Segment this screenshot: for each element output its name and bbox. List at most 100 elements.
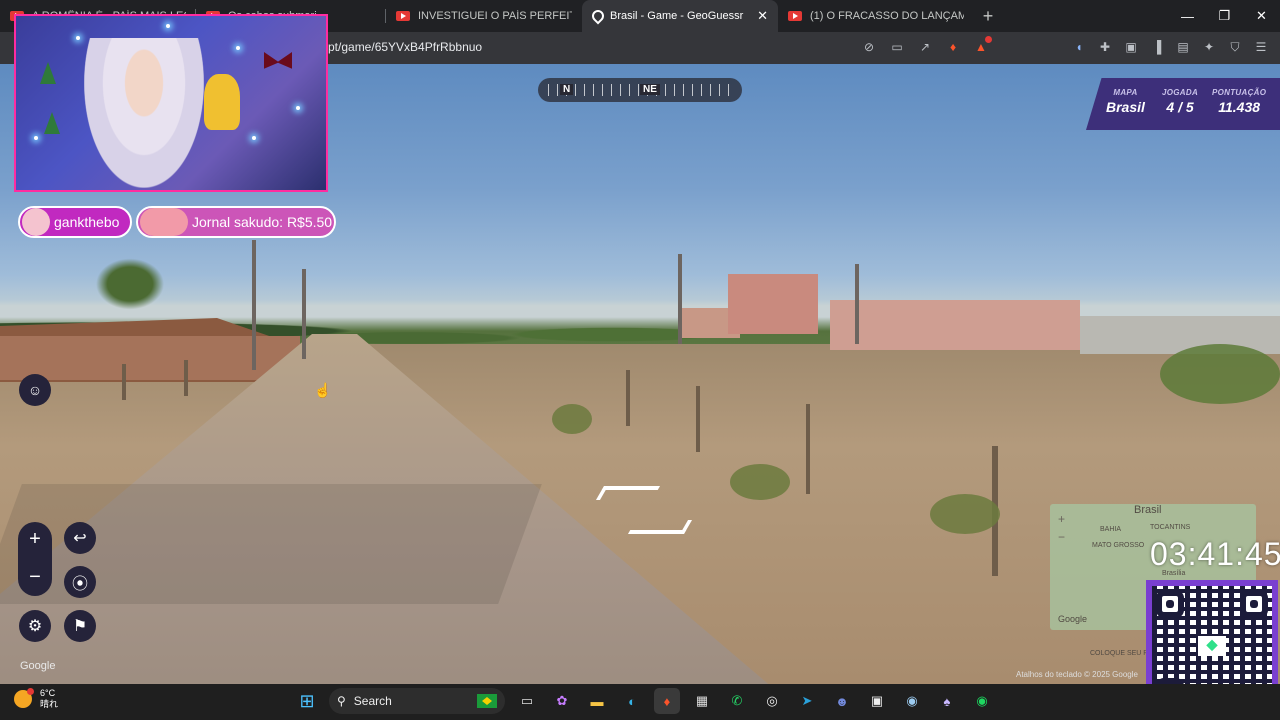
screen: A ROMÊNIA É - PAÍS MAIS LEGAL Os cabos s… [0,0,1280,720]
zoom-out-button[interactable]: − [18,560,52,594]
map-label: MAPA [1113,88,1138,97]
vpn-icon[interactable]: ⛉ [1226,38,1244,56]
brave-rewards-icon[interactable]: ▲ [972,36,992,56]
undo-move-button[interactable]: ↩ [64,522,96,554]
share-icon[interactable]: ↗ [916,38,934,56]
weather-widget[interactable]: 6°C 晴れ [14,688,58,710]
alert-text: gankthebo [54,214,120,230]
search-icon: ⚲ [337,694,346,708]
window-controls: — ❐ ✕ [1169,0,1280,32]
minimap-zoom-in[interactable]: + [1058,512,1065,526]
fence-post [626,370,630,426]
emote-button[interactable]: ☺ [19,374,51,406]
taskbar-search[interactable]: ⚲ Search [329,688,505,714]
restore-icon[interactable]: ❐ [1206,0,1243,32]
shrub [552,404,592,434]
map-credits: Atalhos do teclado © 2025 Google [1016,670,1138,679]
leo-ai-icon[interactable]: ✦ [1200,38,1218,56]
move-back-arrow[interactable] [627,520,693,534]
minimap-region-label: TOCANTINS [1150,524,1191,531]
minimap-region-label: BAHIA [1100,526,1122,533]
utility-pole [855,264,859,344]
shrub [730,464,790,500]
minimap-google-label: Google [1058,614,1088,624]
task-view-icon[interactable]: ▭ [514,688,540,714]
streamer [84,38,204,188]
fence-post [696,386,700,452]
zoom-in-button[interactable]: + [18,522,52,556]
move-forward-arrow[interactable] [595,486,661,500]
steam-icon[interactable]: ◉ [899,688,925,714]
house-right-tall [728,274,818,334]
weather-desc: 晴れ [40,699,59,709]
stream-clock: 03:41:45 [1150,536,1280,572]
brave-icon[interactable]: ♦ [654,688,680,714]
weather-icon [14,688,34,708]
speaker-icon[interactable]: ◖ [1070,38,1088,56]
round-value: 4 / 5 [1166,99,1194,115]
flag-button[interactable]: ⚑ [64,610,96,642]
map-pin-icon [592,10,602,22]
cupcake-icon [22,208,50,236]
new-tab-button[interactable]: + [974,6,1002,27]
menu-icon[interactable]: ☰ [1252,38,1270,56]
shrub [930,494,1000,534]
google-logo: Google [20,660,56,672]
game-status-panel: MAPA Brasil JOGADA 4 / 5 PONTUAÇÃO 11.43… [1086,78,1280,130]
close-window-icon[interactable]: ✕ [1243,0,1280,32]
minimize-icon[interactable]: — [1169,0,1206,32]
app-icon[interactable]: ♠ [934,688,960,714]
sidebar-icon[interactable]: ▐ [1148,38,1166,56]
round-label: JOGADA [1162,88,1199,97]
screenshot-icon[interactable]: ▣ [1122,38,1140,56]
file-explorer-icon[interactable]: ▬ [584,688,610,714]
brazil-flag-icon [477,694,497,708]
start-icon[interactable]: ⊞ [294,688,320,714]
minimap-country-label: Brasil [1134,504,1162,516]
tab-label: INVESTIGUEI O PAÍS PERFEITO - YouT [418,10,572,22]
utility-pole [678,254,682,344]
obs-icon[interactable]: ◎ [759,688,785,714]
windows-taskbar: 6°C 晴れ ⊞ ⚲ Search ▭ ✿ ▬ ◐ ♦ ▦ ✆ ◎ ➤ ☻ ▣ … [0,684,1280,720]
tab-label: (1) O FRACASSO DO LANÇAMENTO [810,10,964,22]
address-bar-actions: ⊘ ▭ ↗ ♦ ▲ [860,36,992,56]
brave-shield-icon[interactable]: ♦ [944,38,962,56]
map-value: Brasil [1106,99,1145,115]
edge-icon[interactable]: ◐ [619,688,645,714]
compass-heading-label: NE [640,84,660,95]
store-icon[interactable]: ▦ [689,688,715,714]
tab-fracasso[interactable]: (1) O FRACASSO DO LANÇAMENTO [778,0,974,32]
spotify-icon[interactable]: ◉ [969,688,995,714]
donation-alert: Jornal sakudo: R$5.50 [136,206,336,238]
wallet-icon[interactable]: ▤ [1174,38,1192,56]
extensions-icon[interactable]: ✚ [1096,38,1114,56]
plush-toy [204,74,240,130]
score-label: PONTUAÇÃO [1212,88,1267,97]
discord-icon[interactable]: ☻ [829,688,855,714]
search-placeholder: Search [353,694,392,708]
return-to-start-button[interactable]: ⦿ [64,566,96,598]
settings-button[interactable]: ⚙ [19,610,51,642]
minimap-zoom-out[interactable]: − [1058,530,1065,544]
copilot-icon[interactable]: ✿ [549,688,575,714]
tab-pais-perfeito[interactable]: INVESTIGUEI O PAÍS PERFEITO - YouT [386,0,582,32]
zoom-controls: + − [18,522,52,596]
no-tracking-icon[interactable]: ⊘ [860,38,878,56]
telegram-icon[interactable]: ➤ [794,688,820,714]
red-bow [264,52,292,69]
fence-post [122,364,126,400]
url-field[interactable]: pt/game/65YVxB4PfrRbbnuo [328,40,482,54]
whatsapp-icon[interactable]: ✆ [724,688,750,714]
tab-geoguessr[interactable]: Brasil - Game - GeoGuessr ✕ [582,0,778,32]
webcam-overlay [14,14,328,192]
christmas-tree [40,62,56,84]
youtube-icon [788,11,802,21]
chat-alert: gankthebo [18,206,132,238]
sushi-icon [140,208,188,236]
capcut-icon[interactable]: ▣ [864,688,890,714]
close-tab-icon[interactable]: ✕ [757,8,768,24]
palm-tree [90,254,170,314]
cast-icon[interactable]: ▭ [888,38,906,56]
youtube-icon [396,11,410,21]
fence-post [806,404,810,494]
